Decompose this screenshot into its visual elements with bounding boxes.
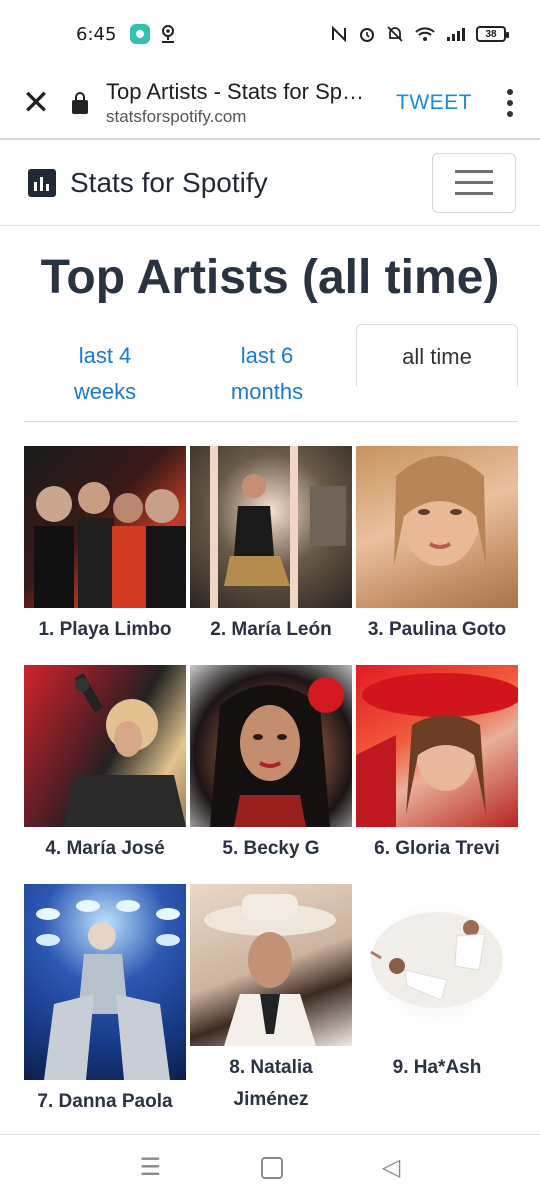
close-icon[interactable]: ✕	[0, 67, 72, 139]
artist-grid: 1. Playa Limbo 2. María León 3. Paulina …	[24, 446, 518, 1137]
artist-name[interactable]: 1. Playa Limbo	[24, 608, 186, 665]
more-vert-icon[interactable]	[496, 83, 524, 123]
artist-name[interactable]: 5. Becky G	[190, 827, 352, 884]
artist-image[interactable]	[190, 446, 352, 608]
page-title: Top Artists (all time)	[40, 251, 500, 304]
system-nav-bar: ☰ ◁	[0, 1134, 540, 1200]
browser-page-title: Top Artists - Stats for Spotify	[106, 79, 366, 104]
artist-card[interactable]: 1. Playa Limbo	[24, 446, 186, 665]
artist-name[interactable]: 2. María León	[190, 608, 352, 665]
url-block[interactable]: Top Artists - Stats for Spotify statsfor…	[106, 79, 396, 127]
artist-name[interactable]: 7. Danna Paola	[24, 1080, 186, 1137]
site-navbar: Stats for Spotify	[0, 140, 540, 226]
artist-image[interactable]	[24, 446, 186, 608]
artist-image[interactable]	[356, 446, 518, 608]
artist-name[interactable]: 9. Ha*Ash	[356, 1046, 518, 1103]
back-icon[interactable]: ◁	[382, 1153, 400, 1182]
artist-image[interactable]	[356, 665, 518, 827]
browser-toolbar: ✕ Top Artists - Stats for Spotify statsf…	[0, 68, 540, 140]
nfc-icon	[332, 25, 346, 43]
artist-card[interactable]: 2. María León	[190, 446, 352, 665]
lock-icon	[72, 92, 88, 114]
tab-last-4-weeks[interactable]: last 4 weeks	[24, 324, 186, 421]
artist-image[interactable]	[190, 884, 352, 1046]
artist-name[interactable]: 6. Gloria Trevi	[356, 827, 518, 884]
artist-image[interactable]	[24, 665, 186, 827]
bar-chart-icon	[28, 168, 56, 197]
status-bar: 6:45 38	[0, 0, 540, 68]
artist-card[interactable]: 6. Gloria Trevi	[356, 665, 518, 884]
chat-app-icon	[130, 24, 151, 44]
artist-name[interactable]: 8. Natalia Jiménez	[190, 1046, 352, 1116]
artist-card[interactable]: 3. Paulina Goto	[356, 446, 518, 665]
home-icon[interactable]	[260, 1156, 283, 1179]
battery-indicator: 38	[476, 26, 509, 42]
tab-last-6-months[interactable]: last 6 months	[186, 324, 348, 421]
artist-name[interactable]: 4. María José	[24, 827, 186, 884]
artist-name[interactable]: 3. Paulina Goto	[356, 608, 518, 665]
artist-card[interactable]: 9. Ha*Ash	[356, 884, 518, 1137]
artist-image[interactable]	[190, 665, 352, 827]
wifi-icon	[415, 27, 435, 41]
artist-card[interactable]: 4. María José	[24, 665, 186, 884]
tab-all-time[interactable]: all time	[356, 324, 518, 387]
status-time: 6:45	[76, 23, 117, 45]
recent-apps-icon[interactable]: ☰	[140, 1153, 162, 1182]
time-range-tabs: last 4 weeks last 6 months all time	[24, 324, 518, 422]
site-brand[interactable]: Stats for Spotify	[70, 167, 268, 199]
browser-url: statsforspotify.com	[106, 107, 247, 126]
alarm-icon	[360, 28, 374, 42]
artist-card[interactable]: 8. Natalia Jiménez	[190, 884, 352, 1137]
location-pin-icon	[162, 25, 175, 43]
hamburger-menu-icon[interactable]	[432, 152, 516, 213]
artist-card[interactable]: 7. Danna Paola	[24, 884, 186, 1137]
artist-image[interactable]	[24, 884, 186, 1080]
mute-icon	[387, 26, 403, 42]
signal-icon	[447, 28, 465, 41]
tweet-button[interactable]: TWEET	[396, 91, 472, 115]
artist-card[interactable]: 5. Becky G	[190, 665, 352, 884]
artist-image[interactable]	[356, 884, 518, 1046]
